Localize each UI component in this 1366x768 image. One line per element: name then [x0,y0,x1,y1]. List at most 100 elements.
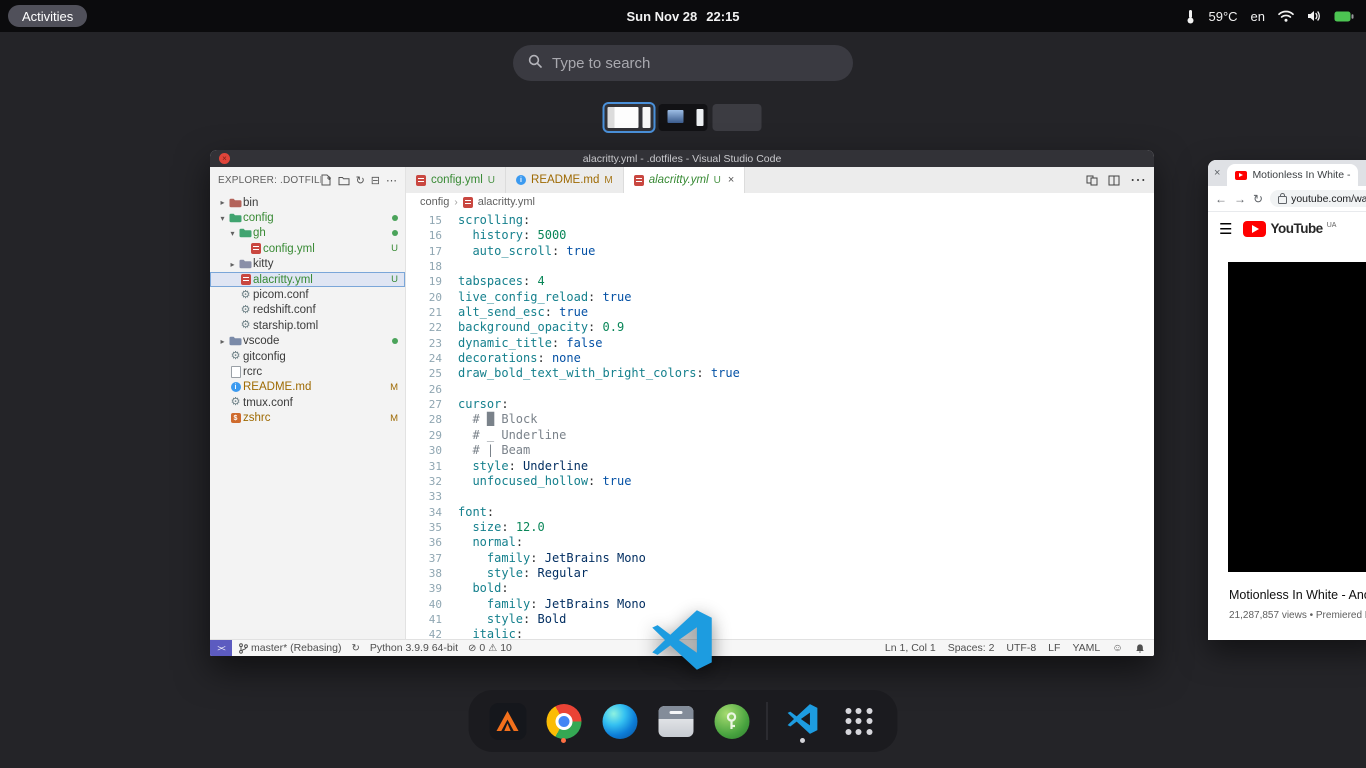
breadcrumb-file[interactable]: alacritty.yml [478,196,535,208]
workspace-thumbnail-1[interactable] [605,104,654,131]
vscode-titlebar[interactable]: × alacritty.yml - .dotfiles - Visual Stu… [210,150,1154,167]
dock-item-keepassxc[interactable] [711,698,753,744]
tab-config-yml[interactable]: config.yml U [406,167,506,193]
feedback-icon[interactable]: ☺ [1112,642,1123,654]
tree-item-rcrc[interactable]: rcrc [210,364,405,379]
chevron-right-icon[interactable]: ▸ [217,337,228,346]
explorer-header: EXPLORER: .DOTFILES ↻ ⊟ ⋯ [210,167,405,193]
dock-separator [767,702,768,740]
new-folder-icon[interactable] [338,175,350,186]
cursor-position-item[interactable]: Ln 1, Col 1 [885,642,936,654]
tab-readme-md[interactable]: i README.md M [506,167,624,193]
keyboard-layout-indicator[interactable]: en [1251,9,1265,24]
breadcrumb-folder[interactable]: config [420,196,449,208]
workspace-thumbnail-2[interactable] [659,104,708,131]
tree-item-gh[interactable]: ▾gh [210,226,405,241]
notifications-bell-icon[interactable] [1135,643,1145,654]
video-player[interactable] [1228,262,1366,572]
file-tree: ▸bin▾config▾ghconfig.ymlU▸kittyalacritty… [210,193,405,639]
close-tab-icon[interactable]: × [1211,167,1223,179]
app-grid-icon [845,708,872,735]
back-icon[interactable]: ← [1215,192,1227,206]
language-mode-item[interactable]: YAML [1072,642,1100,654]
tab-alacritty-yml[interactable]: alacritty.yml U × [624,167,746,193]
chrome-window: × Motionless In White - ← → ↻ youtube.co… [1208,160,1366,640]
workspace-thumbnail-3[interactable] [713,104,762,131]
chrome-icon [546,704,581,739]
git-status-badge: M [390,382,398,393]
workspace1-chrome-mini [643,107,651,128]
search-icon [528,54,542,72]
chrome-toolbar: ← → ↻ youtube.com/wa [1208,186,1366,212]
activities-button[interactable]: Activities [8,5,87,27]
errors-icon: ⊘ [468,643,476,654]
clock[interactable]: Sun Nov 28 22:15 [626,0,739,32]
youtube-favicon [1235,171,1247,180]
thermometer-icon [1186,9,1195,24]
git-branch-item[interactable]: master* (Rebasing) [239,642,341,654]
python-interpreter-item[interactable]: Python 3.9.9 64-bit [370,642,458,654]
explorer-more-actions-icon[interactable]: ⋯ [386,174,397,187]
address-bar[interactable]: youtube.com/wa [1270,190,1366,207]
chevron-down-icon[interactable]: ▾ [217,214,228,223]
dock-item-edge[interactable] [599,698,641,744]
files-icon [658,706,693,737]
tree-item-zshrc[interactable]: $zshrcM [210,410,405,425]
close-tab-icon[interactable]: × [728,174,734,186]
collapse-folders-icon[interactable]: ⊟ [371,174,380,187]
dock-item-files[interactable] [655,698,697,744]
tree-item-README.md[interactable]: iREADME.mdM [210,380,405,395]
tree-item-tmux.conf[interactable]: ⚙tmux.conf [210,395,405,410]
code-line: 32 unfocused_hollow: true [406,474,1154,489]
chevron-right-icon[interactable]: ▸ [227,260,238,269]
tree-item-config[interactable]: ▾config [210,210,405,225]
more-actions-icon[interactable]: ⋯ [1130,170,1146,190]
tree-item-picom.conf[interactable]: ⚙picom.conf [210,287,405,302]
split-editor-icon[interactable] [1108,175,1120,186]
tree-item-vscode[interactable]: ▸vscode [210,334,405,349]
system-status-area[interactable]: 59°C en [1186,0,1354,32]
chevron-right-icon[interactable]: ▸ [217,198,228,207]
sync-changes-icon[interactable]: ↻ [351,643,359,654]
new-file-icon[interactable] [321,174,332,186]
tree-item-starship.toml[interactable]: ⚙starship.toml [210,318,405,333]
tree-item-kitty[interactable]: ▸kitty [210,257,405,272]
open-changes-icon[interactable] [1086,175,1098,186]
problems-item[interactable]: ⊘ 0 ⚠ 10 [468,642,512,654]
code-line: 25draw_bold_text_with_bright_colors: tru… [406,366,1154,381]
reload-icon[interactable]: ↻ [1253,192,1263,206]
forward-icon[interactable]: → [1234,192,1246,206]
dock-item-chrome[interactable] [543,698,585,744]
refresh-explorer-icon[interactable]: ↻ [356,174,365,187]
explorer-title: EXPLORER: .DOTFILES [218,175,321,186]
search-input[interactable]: Type to search [513,45,853,81]
tree-item-config.yml[interactable]: config.ymlU [210,241,405,256]
tree-item-redshift.conf[interactable]: ⚙redshift.conf [210,303,405,318]
tree-item-gitconfig[interactable]: ⚙gitconfig [210,349,405,364]
code-line: 16 history: 5000 [406,228,1154,243]
indentation-item[interactable]: Spaces: 2 [948,642,995,654]
keepassxc-icon [714,704,749,739]
dock-item-alacritty[interactable] [487,698,529,744]
code-line: 17 auto_scroll: true [406,244,1154,259]
yml-file-icon [248,243,263,254]
dock-item-vscode[interactable] [782,698,824,744]
git-status-badge: M [390,413,398,424]
chevron-down-icon[interactable]: ▾ [227,229,238,238]
encoding-item[interactable]: UTF-8 [1006,642,1036,654]
close-button[interactable]: × [219,153,230,164]
chrome-tab-youtube[interactable]: Motionless In White - [1227,164,1358,186]
yml-file-icon [634,175,644,186]
hamburger-menu-icon[interactable]: ☰ [1219,220,1232,238]
eol-item[interactable]: LF [1048,642,1060,654]
breadcrumb[interactable]: config › alacritty.yml [406,193,1154,211]
code-line: 38 style: Regular [406,566,1154,581]
tree-item-bin[interactable]: ▸bin [210,195,405,210]
code-editor[interactable]: 15scrolling:16 history: 500017 auto_scro… [406,211,1154,639]
youtube-logo[interactable]: YouTube UA [1243,221,1336,237]
show-applications-button[interactable] [838,698,880,744]
remote-indicator[interactable]: >< [210,640,232,656]
code-line: 18 [406,259,1154,274]
vscode-logo-drag-ghost[interactable] [648,606,716,674]
tree-item-alacritty.yml[interactable]: alacritty.ymlU [210,272,405,287]
